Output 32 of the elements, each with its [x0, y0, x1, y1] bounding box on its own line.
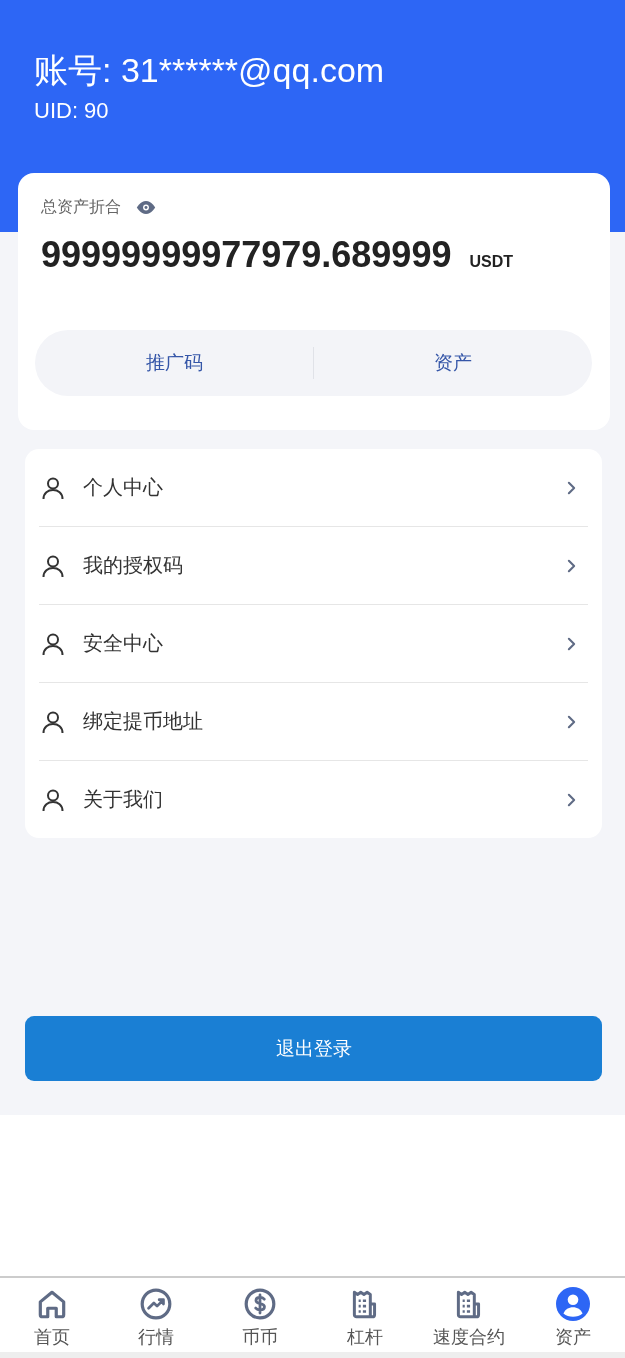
chevron-icon	[567, 480, 576, 495]
person-icon	[41, 787, 65, 812]
person-icon	[41, 709, 65, 734]
account-title: 账号: 31******@qq.com	[34, 50, 386, 90]
tab-item[interactable]: 杠杆	[312, 1278, 417, 1352]
chevron-icon	[567, 558, 576, 573]
chevron-icon	[567, 792, 576, 807]
tab-item[interactable]: 首页	[0, 1278, 105, 1352]
uid-text: UID: 90	[34, 98, 110, 124]
tab-item[interactable]: 币币	[208, 1278, 313, 1352]
menu-item[interactable]: 绑定提币地址	[39, 683, 588, 761]
menu-item[interactable]: 个人中心	[39, 449, 588, 527]
menu-item[interactable]: 安全中心	[39, 605, 588, 683]
person-icon	[41, 631, 65, 656]
user-avatar-icon	[555, 1287, 590, 1321]
action-link[interactable]: 资产	[314, 330, 592, 396]
eye-icon[interactable]	[135, 200, 157, 215]
tab-item[interactable]: 速度合约	[416, 1278, 521, 1352]
tab-item[interactable]: 行情	[104, 1278, 209, 1352]
person-icon	[41, 553, 65, 578]
person-icon	[41, 475, 65, 500]
currency-unit: USDT	[469, 253, 513, 271]
trend-icon	[139, 1287, 174, 1321]
chevron-icon	[567, 714, 576, 729]
menu-item[interactable]: 我的授权码	[39, 527, 588, 605]
chevron-icon	[567, 636, 576, 651]
total-assets-amount: 99999999977979.689999	[41, 234, 452, 276]
dollar-coin-icon	[243, 1287, 278, 1321]
total-assets-label: 总资产折合	[41, 197, 121, 217]
menu-item[interactable]: 关于我们	[39, 761, 588, 838]
action-link[interactable]: 推广码	[35, 330, 313, 396]
logout-button[interactable]: 退出登录	[25, 1016, 602, 1081]
